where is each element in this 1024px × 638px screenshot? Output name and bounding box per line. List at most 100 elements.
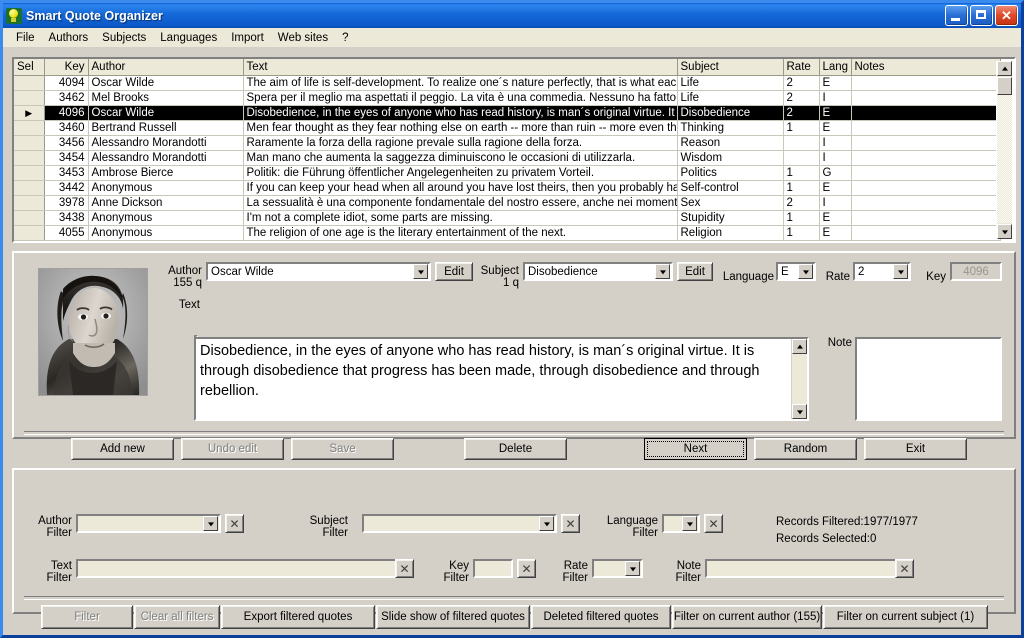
cell-subject[interactable]: Politics — [677, 166, 783, 181]
chevron-down-icon[interactable] — [203, 516, 218, 531]
cell-key[interactable]: 3453 — [44, 166, 88, 181]
table-row[interactable]: 3462Mel BrooksSpera per il meglio ma asp… — [14, 91, 1000, 106]
cell-rate[interactable]: 1 — [783, 121, 819, 136]
cell-key[interactable]: 3462 — [44, 91, 88, 106]
cell-author[interactable]: Anne Dickson — [88, 196, 243, 211]
column-header-sel[interactable]: Sel — [14, 59, 44, 76]
cell-notes[interactable] — [851, 76, 1000, 91]
cell-lang[interactable]: E — [819, 181, 851, 196]
chevron-down-icon[interactable] — [655, 264, 670, 279]
row-select-marker[interactable] — [14, 121, 44, 136]
minimize-button[interactable] — [945, 5, 968, 26]
column-header-subject[interactable]: Subject — [677, 59, 783, 76]
cell-lang[interactable]: E — [819, 106, 851, 121]
slide-show-of-filtered-quotes-button[interactable]: Slide show of filtered quotes — [376, 605, 530, 629]
cell-lang[interactable]: E — [819, 121, 851, 136]
menu-item-file[interactable]: File — [9, 30, 42, 46]
cell-rate[interactable]: 2 — [783, 91, 819, 106]
cell-text[interactable]: The aim of life is self-development. To … — [243, 76, 677, 91]
table-row[interactable]: 3456Alessandro MorandottiRaramente la fo… — [14, 136, 1000, 151]
cell-lang[interactable]: E — [819, 211, 851, 226]
cell-key[interactable]: 3460 — [44, 121, 88, 136]
cell-author[interactable]: Anonymous — [88, 226, 243, 241]
cell-text[interactable]: La sessualità è una componente fondament… — [243, 196, 677, 211]
cell-rate[interactable]: 2 — [783, 196, 819, 211]
cell-notes[interactable] — [851, 196, 1000, 211]
clear-key-filter-icon[interactable]: ✕ — [517, 559, 536, 578]
rate-filter-combo[interactable] — [592, 559, 643, 578]
row-select-marker[interactable] — [14, 151, 44, 166]
cell-rate[interactable]: 2 — [783, 76, 819, 91]
cell-author[interactable]: Alessandro Morandotti — [88, 136, 243, 151]
cell-text[interactable]: Man mano che aumenta la saggezza diminui… — [243, 151, 677, 166]
cell-key[interactable]: 3456 — [44, 136, 88, 151]
cell-notes[interactable] — [851, 226, 1000, 241]
quote-text-value[interactable]: Disobedience, in the eyes of anyone who … — [196, 339, 791, 419]
language-combo[interactable]: E — [776, 262, 816, 281]
row-select-marker[interactable] — [14, 226, 44, 241]
scroll-down-icon[interactable] — [997, 224, 1012, 239]
cell-text[interactable]: Spera per il meglio ma aspettati il pegg… — [243, 91, 677, 106]
menu-item-help[interactable]: ? — [335, 30, 355, 46]
cell-key[interactable]: 3454 — [44, 151, 88, 166]
cell-author[interactable]: Oscar Wilde — [88, 106, 243, 121]
cell-author[interactable]: Anonymous — [88, 211, 243, 226]
table-row[interactable]: 3442AnonymousIf you can keep your head w… — [14, 181, 1000, 196]
table-row[interactable]: 4094Oscar WildeThe aim of life is self-d… — [14, 76, 1000, 91]
filter-on-current-author-155-button[interactable]: Filter on current author (155) — [672, 605, 822, 629]
cell-notes[interactable] — [851, 151, 1000, 166]
cell-subject[interactable]: Stupidity — [677, 211, 783, 226]
cell-notes[interactable] — [851, 211, 1000, 226]
cell-lang[interactable]: I — [819, 91, 851, 106]
note-box[interactable] — [855, 337, 1002, 421]
table-row[interactable]: 3978Anne DicksonLa sessualità è una comp… — [14, 196, 1000, 211]
table-row[interactable]: 4055AnonymousThe religion of one age is … — [14, 226, 1000, 241]
scroll-up-icon[interactable] — [997, 61, 1012, 76]
cell-notes[interactable] — [851, 166, 1000, 181]
row-select-marker[interactable]: ▶ — [14, 106, 44, 121]
table-row[interactable]: ▶4096Oscar WildeDisobedience, in the eye… — [14, 106, 1000, 121]
cell-text[interactable]: Men fear thought as they fear nothing el… — [243, 121, 677, 136]
quotes-grid[interactable]: Sel Key Author Text Subject Rate Lang No… — [12, 57, 1016, 243]
cell-author[interactable]: Oscar Wilde — [88, 76, 243, 91]
cell-subject[interactable]: Thinking — [677, 121, 783, 136]
cell-subject[interactable]: Wisdom — [677, 151, 783, 166]
cell-notes[interactable] — [851, 106, 1000, 121]
table-row[interactable]: 3460Bertrand RussellMen fear thought as … — [14, 121, 1000, 136]
cell-notes[interactable] — [851, 136, 1000, 151]
filter-on-current-subject-1-button[interactable]: Filter on current subject (1) — [823, 605, 988, 629]
row-select-marker[interactable] — [14, 211, 44, 226]
clear-language-filter-icon[interactable]: ✕ — [704, 514, 723, 533]
chevron-down-icon[interactable] — [798, 264, 813, 279]
chevron-down-icon[interactable] — [682, 516, 697, 531]
add-new-button[interactable]: Add new — [71, 438, 174, 460]
cell-text[interactable]: The religion of one age is the literary … — [243, 226, 677, 241]
scroll-up-icon[interactable] — [792, 339, 807, 354]
row-select-marker[interactable] — [14, 196, 44, 211]
cell-subject[interactable]: Religion — [677, 226, 783, 241]
column-header-key[interactable]: Key — [44, 59, 88, 76]
cell-lang[interactable]: G — [819, 166, 851, 181]
cell-rate[interactable]: 1 — [783, 181, 819, 196]
random-button[interactable]: Random — [754, 438, 857, 460]
cell-key[interactable]: 4055 — [44, 226, 88, 241]
cell-subject[interactable]: Disobedience — [677, 106, 783, 121]
note-filter-input[interactable] — [705, 559, 901, 578]
cell-lang[interactable]: E — [819, 226, 851, 241]
cell-rate[interactable]: 1 — [783, 166, 819, 181]
cell-author[interactable]: Ambrose Bierce — [88, 166, 243, 181]
column-header-notes[interactable]: Notes — [851, 59, 1000, 76]
menu-item-import[interactable]: Import — [224, 30, 271, 46]
chevron-down-icon[interactable] — [539, 516, 554, 531]
clear-subject-filter-icon[interactable]: ✕ — [561, 514, 580, 533]
menu-item-web-sites[interactable]: Web sites — [271, 30, 335, 46]
cell-text[interactable]: Raramente la forza della ragione prevale… — [243, 136, 677, 151]
column-header-lang[interactable]: Lang — [819, 59, 851, 76]
table-row[interactable]: 3438AnonymousI'm not a complete idiot, s… — [14, 211, 1000, 226]
author-filter-combo[interactable] — [76, 514, 221, 533]
column-header-rate[interactable]: Rate — [783, 59, 819, 76]
menu-item-languages[interactable]: Languages — [153, 30, 224, 46]
text-scrollbar[interactable] — [791, 339, 807, 419]
cell-rate[interactable]: 2 — [783, 106, 819, 121]
key-filter-input[interactable] — [473, 559, 513, 578]
